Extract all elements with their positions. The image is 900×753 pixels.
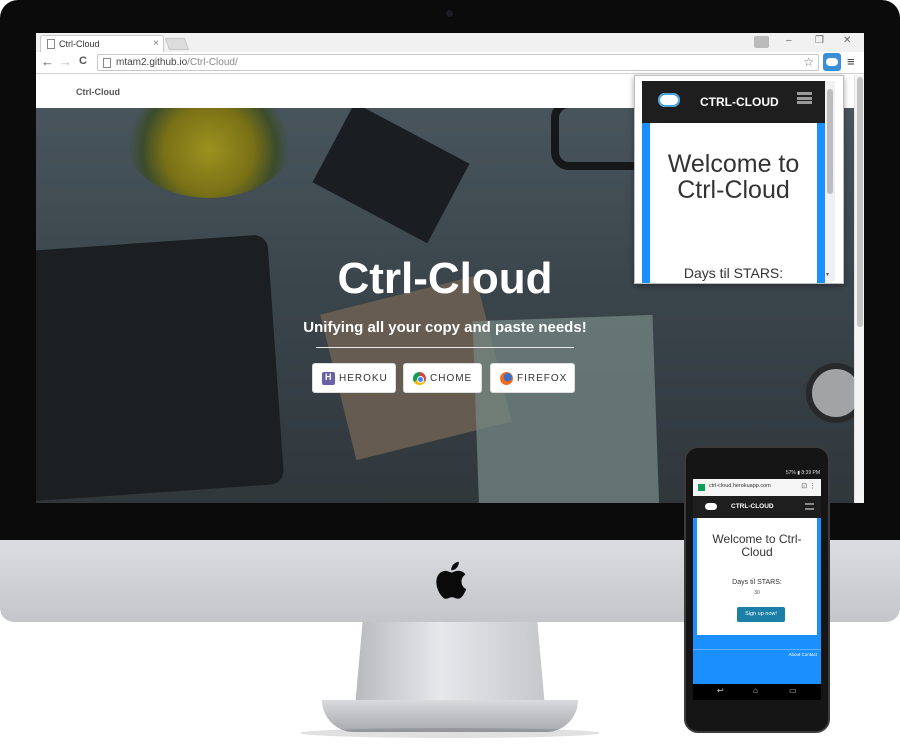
reload-button[interactable]: C [79,55,87,67]
phone-days-label: Days til STARS: [732,579,782,586]
cloud-logo-icon [658,93,680,107]
phone-url-text: ctrl-cloud.herokuapp.com [709,483,771,489]
chrome-label: CHOME [430,373,473,384]
cloud-logo-icon [705,503,717,510]
phone-body: Welcome to Ctrl-Cloud Days til STARS: 30… [693,518,821,684]
phone-app-header: CTRL-CLOUD [693,496,821,518]
lock-icon [698,484,705,491]
site-brand-link[interactable]: Ctrl-Cloud [76,87,120,97]
phone-brand: CTRL-CLOUD [731,503,774,510]
heroku-button[interactable]: HEROKU [312,363,396,393]
tab-strip: Ctrl-Cloud × – ❐ ✕ [36,33,864,52]
phone-nav-bar: ↩ ⌂ ▭ [693,684,821,700]
page-scrollbar[interactable] [854,75,864,503]
chrome-icon [413,372,426,385]
popup-scrollbar-thumb[interactable] [827,89,833,194]
firefox-label: FIREFOX [517,373,568,384]
phone-welcome-heading: Welcome to Ctrl-Cloud [712,532,802,559]
hero-subtitle: Unifying all your copy and paste needs! [303,319,587,336]
popup-card: Welcome to Ctrl-Cloud Days til STARS: [650,123,817,283]
home-nav-icon[interactable]: ⌂ [753,686,758,695]
phone-address-bar[interactable]: ctrl-cloud.herokuapp.com ⊡ ⋮ [693,479,821,496]
phone-footer-links[interactable]: About Contact [693,649,821,657]
forward-button[interactable]: → [59,54,72,69]
chrome-button[interactable]: CHOME [403,363,482,393]
popup-brand: CTRL-CLOUD [700,95,779,109]
close-window-button[interactable]: ✕ [843,35,851,46]
browser-toolbar: ← → C mtam2.github.io/Ctrl-Cloud/ ☆ ≡ [36,52,864,74]
popup-scrollbar[interactable]: ▾ [825,81,835,281]
hero-divider [316,347,574,348]
browser-window: Ctrl-Cloud × – ❐ ✕ ← → C mtam2.github.io… [36,33,864,503]
user-profile-icon[interactable] [754,36,769,48]
firefox-icon [500,372,513,385]
phone-tabs-menu-icon[interactable]: ⊡ ⋮ [801,482,816,490]
new-tab-button[interactable] [164,38,190,50]
phone-days-value: 30 [754,590,760,596]
firefox-button[interactable]: FIREFOX [490,363,575,393]
url-host: mtam2.github.io [116,57,188,68]
browser-tab[interactable]: Ctrl-Cloud × [40,35,164,52]
phone-card: Welcome to Ctrl-Cloud Days til STARS: 30… [697,518,817,635]
back-button[interactable]: ← [41,54,54,69]
phone-status-bar: 57% ▮ 8:39 PM [785,470,820,476]
android-phone: 57% ▮ 8:39 PM ctrl-cloud.herokuapp.com ⊡… [684,446,830,733]
hamburger-menu-icon[interactable] [805,503,814,510]
popup-welcome-heading: Welcome to Ctrl-Cloud [667,150,800,204]
close-tab-icon[interactable]: × [153,38,159,49]
heroku-icon [322,372,335,385]
hamburger-menu-icon[interactable] [797,92,812,104]
heroku-label: HEROKU [339,373,388,384]
apple-logo-icon [436,561,467,599]
popup-days-label: Days til STARS: [683,265,784,281]
tab-title: Ctrl-Cloud [59,39,100,49]
recent-apps-nav-icon[interactable]: ▭ [789,686,797,695]
camera [446,10,453,17]
restore-button[interactable]: ❐ [815,35,824,46]
address-bar[interactable]: mtam2.github.io/Ctrl-Cloud/ ☆ [97,54,819,71]
url-path: /Ctrl-Cloud/ [187,57,238,68]
browser-menu-icon[interactable]: ≡ [847,54,855,69]
ctrl-cloud-extension-button[interactable] [823,53,841,71]
scroll-down-arrow-icon[interactable]: ▾ [826,271,829,278]
imac-shadow [300,728,600,738]
signup-button[interactable]: Sign up now! [737,607,785,622]
popup-body: Welcome to Ctrl-Cloud Days til STARS: [642,123,825,283]
popup-header: CTRL-CLOUD [642,81,825,123]
cloud-icon [826,58,838,66]
page-icon [103,58,111,68]
scene: Ctrl-Cloud × – ❐ ✕ ← → C mtam2.github.io… [0,0,900,753]
bookmark-star-icon[interactable]: ☆ [803,55,814,69]
extension-popup: CTRL-CLOUD Welcome to Ctrl-Cloud Days ti… [634,75,844,284]
page-scrollbar-thumb[interactable] [857,77,863,327]
minimize-button[interactable]: – [786,35,792,46]
imac-stand-neck [355,622,545,707]
page-icon [47,39,55,49]
back-nav-icon[interactable]: ↩ [717,686,724,695]
